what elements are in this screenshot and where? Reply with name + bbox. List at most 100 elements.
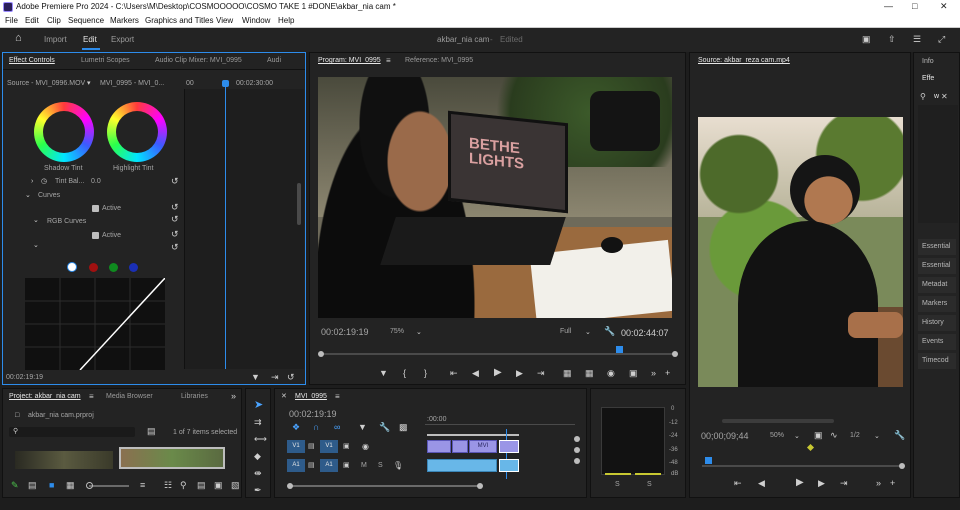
channel-white-dot[interactable] [67,262,77,272]
video-clip-3[interactable]: MVI [469,440,497,453]
tint-balance-value[interactable]: 0.0 [91,178,101,185]
mark-in-icon[interactable]: { [403,369,406,378]
panel-essential-sound[interactable]: Essential [918,258,956,274]
razor-icon[interactable]: ◆ [254,452,261,461]
channel-green-dot[interactable] [109,263,118,272]
program-scrub-bar[interactable] [320,353,676,355]
sync-lock-icon[interactable]: ▣ [343,442,350,451]
effect-playhead-handle[interactable] [222,80,229,87]
play-icon[interactable]: ▶ [494,368,502,378]
rgb-curve-graph[interactable] [25,278,165,370]
step-back-icon[interactable]: ◀ [758,479,765,488]
search-icon[interactable]: ⚲ [180,481,187,490]
tab-audio[interactable]: Audi [267,57,281,64]
channel-red-dot[interactable] [89,263,98,272]
chevron-right-icon[interactable]: › [31,177,33,186]
slip-tool-icon[interactable]: ⇼ [254,469,262,478]
program-timecode[interactable]: 00:02:19:19 [321,327,369,337]
scrub-start-dot[interactable] [318,351,324,357]
tab-audio-clip-mixer[interactable]: Audio Clip Mixer: MVI_0995 [155,57,242,64]
lift-icon[interactable]: ▦ [563,369,572,378]
selection-tool-icon[interactable]: ➤ [254,400,263,411]
clear-search-icon[interactable]: ✕ [941,92,948,101]
source-scrub-bar[interactable] [702,465,902,467]
panel-menu-icon[interactable]: ≡ [89,392,94,401]
more-icon[interactable]: » [876,479,881,488]
drag-video-icon[interactable]: ▣ [814,431,823,440]
panel-markers[interactable]: Markers [918,296,956,312]
pen-tool-icon[interactable]: ✒ [254,486,262,495]
reset-icon[interactable]: ↺ [171,203,179,212]
automate-icon[interactable]: ☷ [164,481,172,490]
timeline-timecode[interactable]: 00:02:19:19 [289,409,337,419]
wrench-icon[interactable]: 🔧 [894,431,905,440]
wrench-icon[interactable]: 🔧 [604,327,615,336]
list-view-icon[interactable]: ■ [49,481,54,490]
step-forward-icon[interactable]: ▶ [818,479,825,488]
lock-icon[interactable]: ▤ [308,461,315,470]
program-playhead[interactable] [616,346,624,353]
program-video-frame[interactable]: BETHE LIGHTS [318,77,672,318]
zoom-slider[interactable] [89,485,129,487]
panel-essential-graphics[interactable]: Essential [918,239,956,255]
panel-events[interactable]: Events [918,334,956,350]
stopwatch-icon[interactable]: ◷ [41,177,47,186]
zoom-select[interactable]: 75% [390,328,404,335]
add-marker-icon[interactable]: ▼ [379,369,388,378]
track-select-icon[interactable]: ⇉ [254,418,262,427]
drag-audio-icon[interactable]: ∿ [830,431,838,440]
project-search-input[interactable]: ⚲ [9,427,135,437]
sync-lock-icon[interactable]: ▣ [343,461,350,470]
tab-effect-controls[interactable]: Effect Controls [9,57,55,64]
close-tab-icon[interactable]: ✕ [281,392,287,401]
timeline-h-scrollbar[interactable] [289,485,479,487]
chevron-down-icon[interactable]: ⌄ [25,191,31,200]
effects-tree[interactable] [918,105,958,223]
track-a1-target[interactable]: A1 [320,459,338,472]
menu-view[interactable]: View [216,16,233,25]
export-icon[interactable]: ⇥ [271,373,279,382]
workspaces-icon[interactable]: ☰ [913,35,921,44]
source-timecode[interactable]: 00;00;09;44 [701,431,749,441]
menu-graphics[interactable]: Graphics and Titles [145,16,213,25]
go-to-out-icon[interactable]: ⇥ [537,369,545,378]
menu-file[interactable]: File [5,16,18,25]
play-icon[interactable]: ▶ [796,478,804,488]
track-a1-source[interactable]: A1 [287,459,305,472]
menu-sequence[interactable]: Sequence [68,16,104,25]
mark-out-icon[interactable]: } [424,369,427,378]
timeline-scroll-left[interactable] [287,483,293,489]
filter-icon[interactable]: ▼ [251,373,260,382]
quick-export-icon[interactable]: ▣ [862,35,871,44]
timeline-scroll-right[interactable] [477,483,483,489]
menu-markers[interactable]: Markers [110,16,139,25]
panel-menu-icon[interactable]: ≡ [386,56,391,65]
chevron-down-icon[interactable]: ⌄ [585,328,591,337]
thumbnail-1[interactable] [15,451,113,469]
curves-active-checkbox[interactable] [92,205,99,212]
maximize-button[interactable]: □ [912,1,917,11]
track-v1-target[interactable]: V1 [320,440,338,453]
scrub-end-dot[interactable] [672,351,678,357]
tab-export[interactable]: Export [111,35,134,44]
track-height-dot-3[interactable] [574,458,580,464]
fullscreen-icon[interactable]: ⤢ [938,35,945,44]
video-clip-1[interactable] [427,440,451,453]
tab-lumetri-scopes[interactable]: Lumetri Scopes [81,57,130,64]
extract-icon[interactable]: ▦ [585,369,594,378]
chevron-down-icon[interactable]: ⌄ [794,432,800,441]
reset-icon[interactable]: ↺ [171,215,179,224]
add-button-icon[interactable]: + [890,479,895,488]
effect-playhead[interactable] [225,81,226,369]
tab-import[interactable]: Import [44,35,67,44]
new-item-icon[interactable]: ▣ [214,481,223,490]
mute-button[interactable]: M [361,462,367,469]
chevron-down-icon[interactable]: ⌄ [416,328,422,337]
source-video-frame[interactable] [698,117,903,387]
add-marker-icon[interactable]: ▼ [358,423,367,432]
share-icon[interactable]: ⇧ [888,35,896,44]
scrollbar[interactable] [297,183,301,225]
tab-effects[interactable]: Effe [922,75,934,82]
new-bin-icon[interactable]: ▤ [147,427,156,436]
track-v1-source[interactable]: V1 [287,440,305,453]
